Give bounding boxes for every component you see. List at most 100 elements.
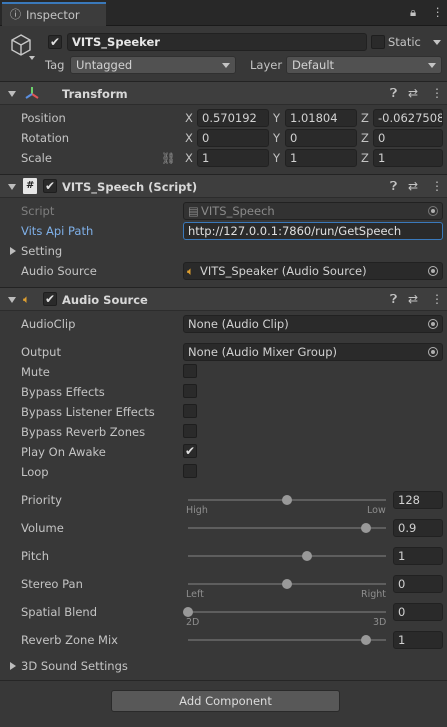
spatial-blend-slider-knob[interactable] [183,607,193,617]
scale-x-field[interactable]: 1 [197,149,269,167]
preset-icon[interactable]: ⇄ [408,291,418,307]
object-picker-icon[interactable] [428,319,438,329]
scale-z-field[interactable]: 1 [373,149,443,167]
fold-arrow-icon[interactable] [8,91,16,97]
object-picker-icon[interactable] [428,266,438,276]
bypass-reverb-checkbox[interactable] [183,424,197,438]
more-menu-icon[interactable]: ⋮ [431,178,443,194]
sound3d-expand-icon[interactable] [10,662,16,670]
more-menu-icon[interactable]: ⋮ [431,291,443,307]
script-reference-field: ▤ VITS_Speech [183,202,443,220]
priority-slider-row: Priority High Low 128 [0,490,447,518]
pitch-input[interactable]: 1 [393,547,443,565]
audio-source-enabled-checkbox[interactable]: ✔ [43,292,57,306]
active-checkbox[interactable]: ✔ [48,35,62,49]
mute-checkbox[interactable] [183,364,197,378]
gameobject-icon [8,32,34,58]
audio-source-header[interactable]: 🔈︎ ✔ Audio Source ❓︎ ⇄ ⋮ [0,287,447,311]
audioclip-label: AudioClip [21,317,76,331]
volume-slider-knob[interactable] [361,523,372,533]
volume-slider-track[interactable] [188,527,386,529]
transform-header[interactable]: Transform ❓︎ ⇄ ⋮ [0,81,447,105]
tab-inspector[interactable]: ⓘ Inspector [2,2,106,26]
audioclip-field[interactable]: None (Audio Clip) [183,315,443,333]
more-menu-icon[interactable]: ⋮ [432,4,444,20]
spatial-blend-input[interactable]: 0 [393,603,443,621]
preset-icon[interactable]: ⇄ [408,178,418,194]
gameobject-icon-caret[interactable] [29,56,35,60]
pitch-label: Pitch [21,549,49,563]
stereo-pan-input[interactable]: 0 [393,575,443,593]
scale-label: Scale [21,151,52,165]
output-label: Output [21,345,61,359]
tag-dropdown[interactable]: Untagged [70,56,236,74]
transform-icon [24,85,40,101]
pitch-slider-track[interactable] [188,555,386,557]
add-component-button[interactable]: Add Component [111,690,340,712]
rotation-z-field[interactable]: 0 [373,129,443,147]
speaker-icon: 🔈︎ [187,264,194,278]
reverb-mix-input[interactable]: 1 [393,631,443,649]
object-picker-icon[interactable] [428,347,438,357]
api-path-input[interactable]: http://127.0.0.1:7860/run/GetSpeech [183,222,443,240]
layer-dropdown[interactable]: Default [286,56,442,74]
scale-y-field[interactable]: 1 [285,149,357,167]
lock-icon[interactable]: 🔒︎ [410,4,416,20]
bypass-effects-label: Bypass Effects [21,385,105,399]
stereo-pan-min-label: Left [186,589,204,600]
reverb-mix-slider-knob[interactable] [361,635,372,645]
play-on-awake-checkbox[interactable]: ✔ [183,444,197,458]
audio-source-reference-field[interactable]: 🔈︎ VITS_Speaker (Audio Source) [183,262,443,280]
script-header[interactable]: # ✔ VITS_Speech (Script) ❓︎ ⇄ ⋮ [0,174,447,198]
spatial-blend-min-label: 2D [186,617,200,628]
tab-label: Inspector [26,8,80,22]
script-icon: ▤ [188,204,199,218]
help-icon[interactable]: ❓︎ [390,178,397,194]
help-icon[interactable]: ❓︎ [390,85,397,101]
position-z-field[interactable]: -0.0627508 [373,109,443,127]
help-icon[interactable]: ❓︎ [390,291,397,307]
position-y-field[interactable]: 1.01804 [285,109,357,127]
more-menu-icon[interactable]: ⋮ [431,85,443,101]
static-dropdown-icon[interactable] [433,40,441,45]
stereo-pan-slider-knob[interactable] [282,579,292,589]
setting-expand-icon[interactable] [10,247,16,255]
audio-source-title: Audio Source [62,293,148,307]
volume-label: Volume [21,521,64,535]
script-enabled-checkbox[interactable]: ✔ [43,179,57,193]
link-scale-icon[interactable]: ⛓ [161,150,176,166]
check-icon: ✔ [44,292,56,306]
rotation-y-field[interactable]: 0 [285,129,357,147]
priority-input[interactable]: 128 [393,491,443,509]
stereo-pan-max-label: Right [361,589,387,600]
bypass-effects-checkbox[interactable] [183,384,197,398]
reverb-mix-slider-track[interactable] [188,639,386,641]
priority-slider-knob[interactable] [282,495,292,505]
rotation-x-field[interactable]: 0 [197,129,269,147]
sound3d-label[interactable]: 3D Sound Settings [21,658,128,674]
preset-icon[interactable]: ⇄ [408,85,418,101]
fold-arrow-icon[interactable] [8,184,16,190]
loop-checkbox[interactable] [183,464,197,478]
object-name-field[interactable]: VITS_Speeker [67,33,367,51]
position-x-field[interactable]: 0.570192 [197,109,269,127]
bypass-listener-checkbox[interactable] [183,404,197,418]
info-icon: ⓘ [10,8,21,21]
static-checkbox[interactable] [371,35,385,49]
tag-label: Tag [45,58,65,72]
pitch-slider-knob[interactable] [301,551,312,561]
axis-x-label: X [185,111,193,125]
play-on-awake-label: Play On Awake [21,445,106,459]
volume-input[interactable]: 0.9 [393,519,443,537]
setting-label[interactable]: Setting [21,243,62,259]
spatial-blend-slider-track[interactable] [188,611,386,613]
axis-z-label: Z [361,151,369,165]
output-field[interactable]: None (Audio Mixer Group) [183,343,443,361]
priority-label: Priority [21,493,62,507]
tab-bar: ⓘ Inspector 🔒︎ ⋮ [0,0,447,26]
loop-label: Loop [21,465,49,479]
bypass-listener-label: Bypass Listener Effects [21,405,155,419]
fold-arrow-icon[interactable] [8,297,16,303]
divider [0,680,447,681]
script-field-label: Script [21,204,55,218]
